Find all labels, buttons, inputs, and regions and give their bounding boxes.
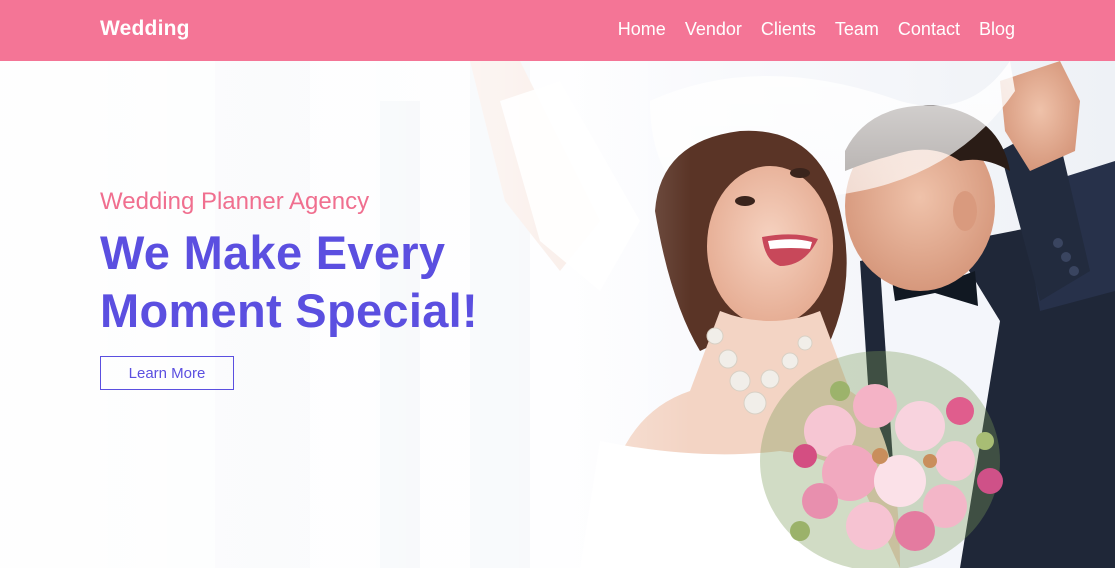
hero-title-line-2: Moment Special! (100, 284, 478, 337)
nav-link-clients[interactable]: Clients (761, 19, 816, 40)
nav-menu: Home Vendor Clients Team Contact Blog (618, 19, 1015, 40)
nav-link-team[interactable]: Team (835, 19, 879, 40)
nav-link-home[interactable]: Home (618, 19, 666, 40)
learn-more-button[interactable]: Learn More (100, 356, 234, 390)
nav-link-vendor[interactable]: Vendor (685, 19, 742, 40)
hero-title-line-1: We Make Every (100, 226, 446, 279)
hero-section: Wedding Planner Agency We Make Every Mom… (0, 61, 1115, 568)
hero-text-block: Wedding Planner Agency We Make Every Mom… (100, 188, 478, 390)
top-navbar: Wedding Home Vendor Clients Team Contact… (0, 0, 1115, 61)
landing-page: Wedding Home Vendor Clients Team Contact… (0, 0, 1115, 568)
nav-link-contact[interactable]: Contact (898, 19, 960, 40)
hero-subtitle: Wedding Planner Agency (100, 188, 370, 215)
nav-link-blog[interactable]: Blog (979, 19, 1015, 40)
brand-logo[interactable]: Wedding (100, 17, 190, 41)
hero-title: We Make Every Moment Special! (100, 224, 478, 340)
